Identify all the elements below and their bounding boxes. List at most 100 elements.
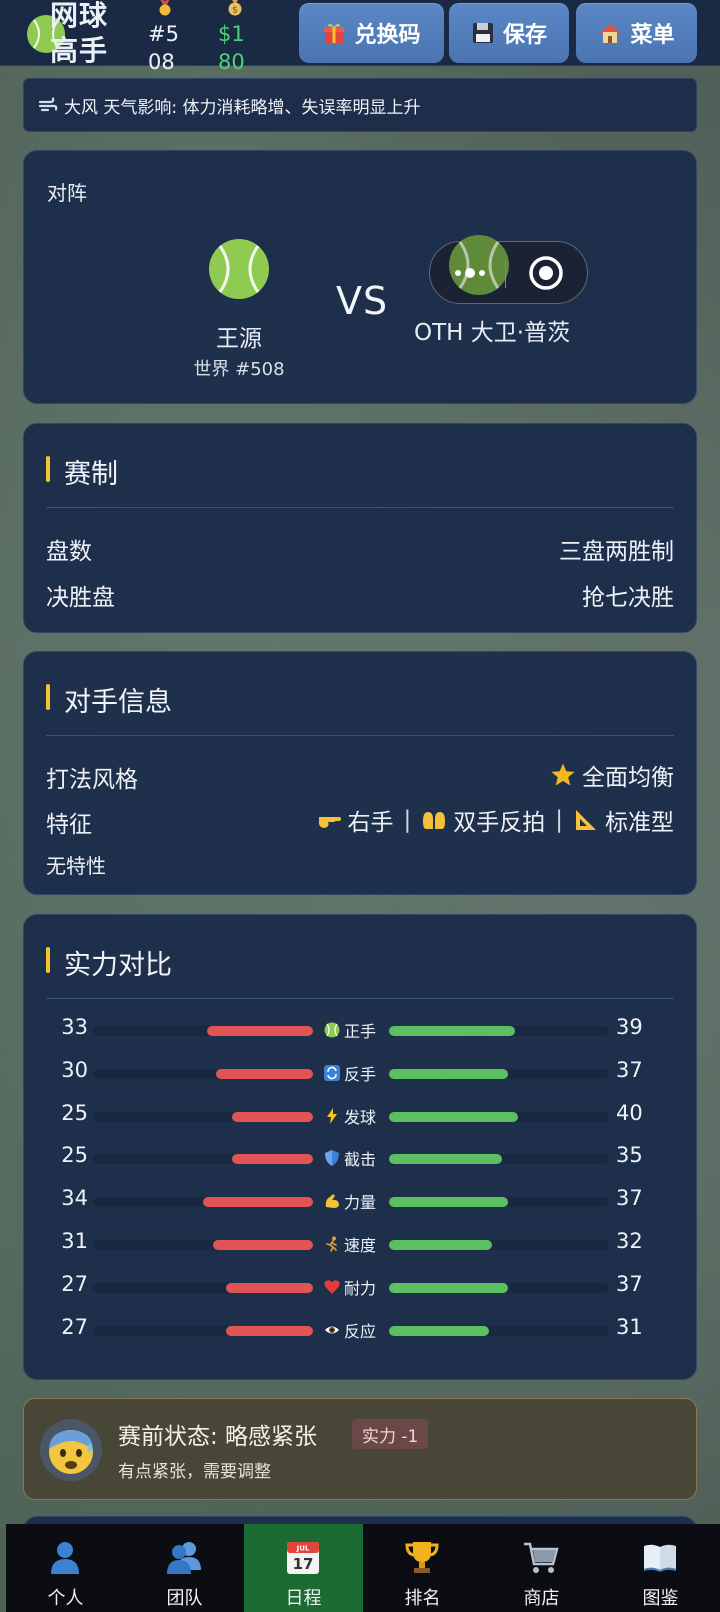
strength-row: 34 力量 37	[24, 1186, 698, 1216]
opponent-name: OTH 大卫·普茨	[414, 320, 571, 346]
nav-item-team[interactable]: 团队	[125, 1524, 244, 1612]
opponent-stat-value: 37	[616, 1271, 643, 1296]
capsule-divider	[505, 260, 506, 288]
close-target-icon[interactable]	[527, 254, 565, 292]
player-stat-track	[93, 1282, 313, 1293]
stat-label: 力量	[324, 1189, 384, 1213]
nav-item-profile[interactable]: 个人	[6, 1524, 125, 1612]
strength-row: 27 耐力 37	[24, 1272, 698, 1302]
wind-icon	[38, 97, 58, 112]
pre-match-state-title: 赛前状态: 略感紧张	[118, 1424, 318, 1450]
calendar-month: JUL	[296, 1545, 310, 1553]
player-rank: 世界 #508	[193, 359, 285, 380]
strength-row: 25 截击 35	[24, 1143, 698, 1173]
nav-label: 图鉴	[642, 1588, 679, 1609]
opponent-stat-value: 37	[616, 1186, 643, 1211]
player-stat-track	[93, 1068, 313, 1079]
nav-item-ranking[interactable]: 排名	[363, 1524, 482, 1612]
separator: |	[555, 807, 563, 833]
team-icon	[167, 1542, 201, 1574]
opponent-stat-value: 31	[616, 1314, 643, 1339]
strength-modifier-badge: 实力 -1	[352, 1419, 429, 1449]
strength-row: 31 速度 32	[24, 1229, 698, 1259]
player-name: 王源	[216, 326, 262, 352]
opponent-stat-track	[389, 1154, 609, 1165]
flexed-biceps-icon	[325, 1194, 339, 1209]
stat-label: 速度	[324, 1232, 384, 1256]
opponent-stat-value: 32	[616, 1229, 643, 1253]
player-stat-track	[93, 1240, 313, 1250]
player-stat-value: 34	[61, 1186, 88, 1211]
strength-row: 27 反应 31	[24, 1315, 698, 1345]
repeat-icon	[324, 1064, 340, 1081]
special-trait: 无特性	[46, 854, 106, 878]
opponent-stat-bar	[389, 1240, 492, 1250]
player-stat-bar	[203, 1197, 313, 1208]
book-icon	[644, 1544, 676, 1572]
pre-match-state-card: 赛前状态: 略感紧张 实力 -1 有点紧张，需要调整	[23, 1398, 697, 1500]
player-stat-bar	[232, 1111, 313, 1122]
opponent-info-title: 对手信息	[46, 680, 172, 719]
star-icon	[551, 763, 575, 786]
opponent-stat-track	[389, 1068, 609, 1079]
player-stat-track	[93, 1197, 313, 1208]
strength-title: 实力对比	[46, 943, 172, 982]
bottom-nav: 个人 团队 JUL 17 日程 排名 商店 图鉴	[6, 1524, 720, 1612]
tiebreak-value: 抢七决胜	[582, 585, 674, 611]
anxious-face-icon	[40, 1419, 102, 1481]
stat-label: 截击	[324, 1146, 384, 1170]
stat-label: 发球	[324, 1104, 384, 1128]
opponent-stat-bar	[389, 1325, 489, 1336]
opponent-stat-bar	[389, 1111, 518, 1122]
strength-row: 33 正手 39	[24, 1015, 698, 1045]
stat-label: 耐力	[324, 1275, 384, 1299]
heart-icon	[324, 1279, 340, 1294]
pointing-hand-icon	[318, 817, 341, 828]
svg-text:$: $	[232, 6, 238, 16]
opponent-stat-track	[389, 1111, 609, 1122]
weather-text: 大风 天气影响: 体力消耗略增、失误率明显上升	[64, 97, 421, 118]
player-avatar	[209, 239, 269, 299]
medal-icon	[159, 0, 171, 16]
calendar-day: 17	[293, 1555, 314, 1573]
player-stat-track	[93, 1154, 313, 1165]
nav-item-encyclopedia[interactable]: 图鉴	[601, 1524, 720, 1612]
stat-label: 反手	[324, 1061, 384, 1085]
nav-label: 排名	[404, 1588, 441, 1609]
player-stat-track	[93, 1325, 313, 1336]
lightning-icon	[327, 1107, 337, 1124]
player-stat-track	[93, 1026, 313, 1036]
player-stat-value: 31	[61, 1229, 88, 1253]
play-style-label: 打法风格	[46, 767, 138, 793]
opponent-stat-track	[389, 1240, 609, 1250]
nav-label: 团队	[166, 1588, 203, 1609]
opponent-stat-value: 35	[616, 1143, 643, 1168]
save-button[interactable]: 保存	[449, 3, 569, 63]
sets-value: 三盘两胜制	[559, 539, 674, 565]
tennis-ball-icon	[324, 1022, 340, 1038]
opponent-stat-bar	[389, 1026, 515, 1036]
strength-comparison-card: 实力对比 33 正手 39 30 反手 37 25 发球 40 25 截击 35 34 力量 37 31 速度 3…	[23, 914, 697, 1380]
person-icon	[51, 1542, 79, 1574]
matchup-card: 对阵 王源 世界 #508 VS OTH 大卫·普茨	[23, 150, 697, 404]
vs-label: VS	[336, 279, 389, 323]
divider	[46, 998, 674, 999]
redeem-code-button[interactable]: 兑换码	[299, 3, 444, 63]
save-label: 保存	[502, 23, 547, 48]
cart-icon	[524, 1542, 559, 1573]
opponent-stat-value: 40	[616, 1100, 643, 1125]
player-stat-bar	[207, 1026, 313, 1036]
player-stat-bar	[226, 1325, 313, 1336]
shield-icon	[325, 1150, 339, 1167]
opponent-avatar	[449, 235, 509, 295]
format-title: 赛制	[46, 452, 118, 491]
divider	[46, 735, 674, 736]
player-stat-bar	[213, 1240, 313, 1250]
nav-item-schedule[interactable]: JUL 17 日程	[244, 1524, 363, 1612]
app-title: 网球高手	[50, 0, 109, 67]
more-dots-icon[interactable]	[452, 266, 492, 280]
nav-item-shop[interactable]: 商店	[482, 1524, 601, 1612]
mini-program-capsule[interactable]	[429, 235, 588, 304]
menu-button[interactable]: 菜单	[576, 3, 697, 63]
strength-row: 25 发球 40	[24, 1101, 698, 1131]
